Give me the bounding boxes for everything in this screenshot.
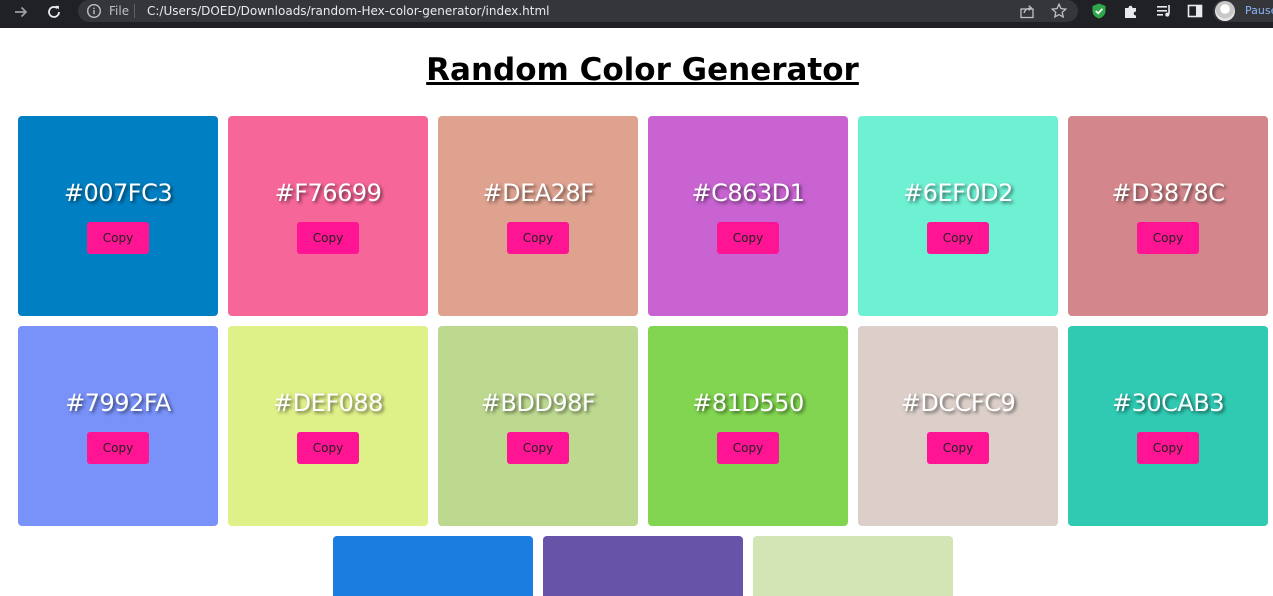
color-card: #BDD98F Copy — [438, 326, 638, 526]
browser-toolbar: File C:/Users/DOED/Downloads/random-Hex-… — [0, 0, 1273, 28]
color-card: #DEA28F Copy — [438, 116, 638, 316]
copy-button[interactable]: Copy — [927, 432, 989, 464]
color-card: #007FC3 Copy — [18, 116, 218, 316]
info-icon[interactable] — [86, 3, 102, 19]
copy-button[interactable]: Copy — [507, 222, 569, 254]
copy-button[interactable]: Copy — [927, 222, 989, 254]
color-card-partial — [543, 536, 743, 596]
copy-button[interactable]: Copy — [1137, 432, 1199, 464]
color-card: #30CAB3 Copy — [1068, 326, 1268, 526]
color-card: #DCCFC9 Copy — [858, 326, 1058, 526]
copy-button[interactable]: Copy — [717, 222, 779, 254]
side-panel-icon[interactable] — [1186, 2, 1204, 20]
hex-code: #DEF088 — [273, 389, 383, 417]
color-card: #F76699 Copy — [228, 116, 428, 316]
extensions-icon[interactable] — [1122, 2, 1140, 20]
reload-button[interactable] — [42, 0, 66, 24]
color-card: #D3878C Copy — [1068, 116, 1268, 316]
hex-code: #81D550 — [692, 389, 804, 417]
color-card: #C863D1 Copy — [648, 116, 848, 316]
copy-button[interactable]: Copy — [507, 432, 569, 464]
hex-code: #F76699 — [274, 179, 382, 207]
color-card: #DEF088 Copy — [228, 326, 428, 526]
omnibox-divider — [134, 4, 135, 18]
copy-button[interactable]: Copy — [87, 432, 149, 464]
copy-button[interactable]: Copy — [87, 222, 149, 254]
hex-code: #6EF0D2 — [903, 179, 1013, 207]
color-card: #81D550 Copy — [648, 326, 848, 526]
page-title: Random Color Generator — [426, 52, 859, 88]
reload-icon — [48, 5, 60, 18]
url-text[interactable]: C:/Users/DOED/Downloads/random-Hex-color… — [147, 3, 550, 19]
hex-code: #D3878C — [1111, 179, 1225, 207]
share-icon[interactable] — [1018, 2, 1036, 20]
hex-code: #DCCFC9 — [900, 389, 1016, 417]
hex-code: #C863D1 — [691, 179, 805, 207]
media-control-icon[interactable] — [1155, 2, 1173, 20]
color-card: #7992FA Copy — [18, 326, 218, 526]
star-icon[interactable] — [1050, 2, 1068, 20]
copy-button[interactable]: Copy — [297, 222, 359, 254]
color-grid-partial-row — [333, 536, 953, 596]
copy-button[interactable]: Copy — [717, 432, 779, 464]
arrow-right-icon — [15, 6, 28, 18]
copy-button[interactable]: Copy — [297, 432, 359, 464]
profile-status-label: Pause — [1245, 4, 1273, 17]
profile-button[interactable]: Pause — [1213, 0, 1273, 22]
color-card: #6EF0D2 Copy — [858, 116, 1058, 316]
hex-code: #30CAB3 — [1111, 389, 1225, 417]
color-card-partial — [333, 536, 533, 596]
hex-code: #BDD98F — [480, 389, 596, 417]
copy-button[interactable]: Copy — [1137, 222, 1199, 254]
hex-code: #007FC3 — [63, 179, 173, 207]
address-bar[interactable]: File C:/Users/DOED/Downloads/random-Hex-… — [78, 0, 1078, 22]
forward-button[interactable] — [9, 0, 33, 24]
color-grid: #007FC3 Copy #F76699 Copy #DEA28F Copy #… — [18, 116, 1268, 526]
hex-code: #7992FA — [65, 389, 171, 417]
shield-extension-icon[interactable] — [1090, 2, 1108, 20]
avatar — [1215, 1, 1235, 21]
hex-code: #DEA28F — [482, 179, 594, 207]
color-card-partial — [753, 536, 953, 596]
file-scheme-label: File — [109, 4, 130, 18]
